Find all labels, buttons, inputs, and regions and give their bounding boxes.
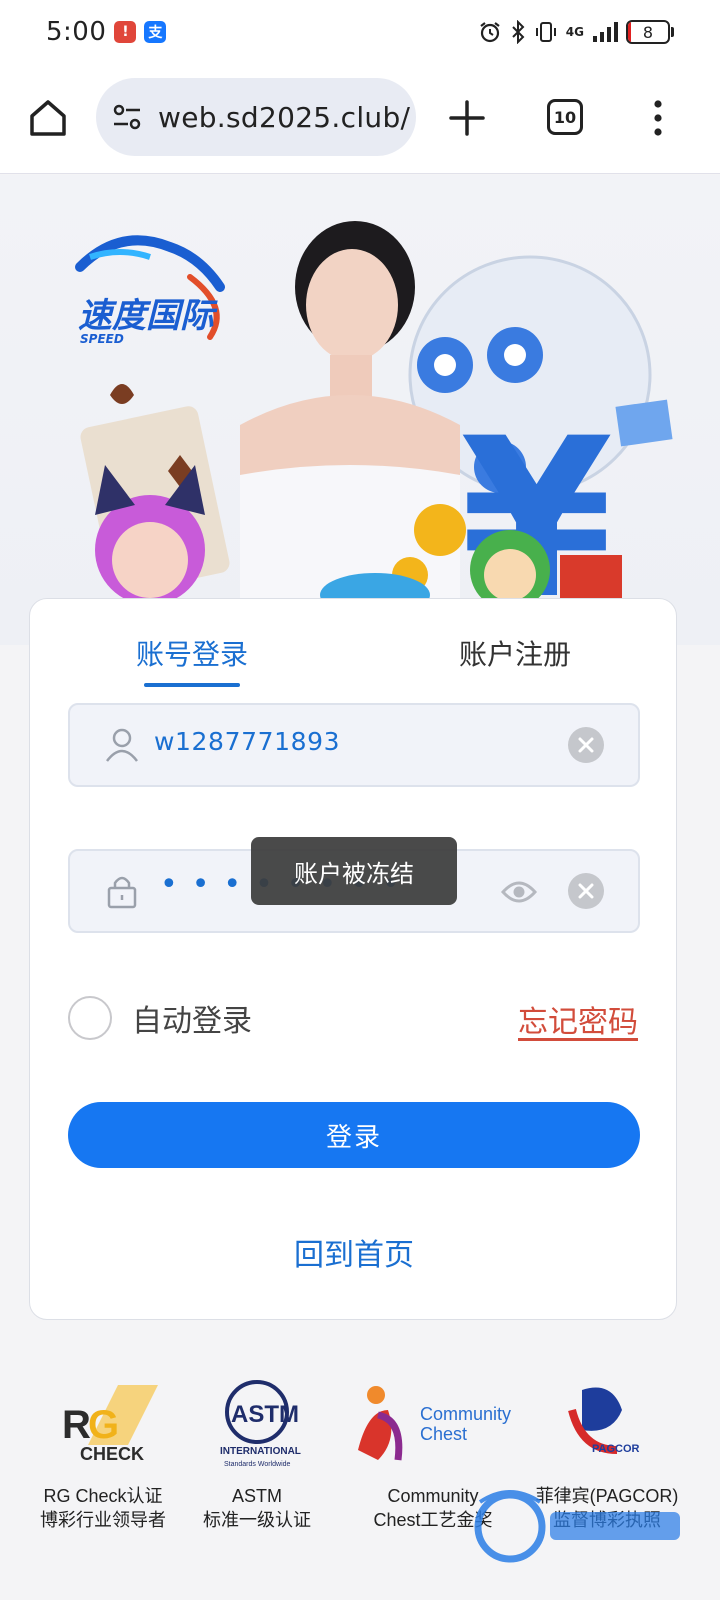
clear-username-button[interactable] (568, 727, 604, 763)
auto-login-option[interactable]: 自动登录 (68, 996, 252, 1040)
badge-caption-2: 标准一级认证 (203, 1510, 311, 1530)
certification-badges: R G CHECK RG Check认证 博彩行业领导者 ASTM INTERN… (0, 1370, 720, 1600)
status-bar: 5:00 ! 支 4G 8 (0, 0, 720, 64)
tab-count: 10 (553, 107, 577, 127)
battery-icon: 8 (626, 20, 674, 44)
tab-switcher-icon[interactable]: 10 (547, 99, 583, 135)
badge-caption-1: 菲律宾(PAGCOR) (535, 1486, 679, 1506)
auto-login-label[interactable]: 自动登录 (132, 996, 252, 1040)
svg-text:G: G (88, 1403, 119, 1447)
logo-text: 速度国际 (78, 296, 218, 336)
svg-text:PAGCOR: PAGCOR (592, 1443, 640, 1455)
new-tab-plus-icon[interactable] (446, 97, 488, 139)
community-chest-logo: Community Chest (358, 1386, 511, 1461)
logo-subtext: SPEED (80, 332, 124, 346)
overflow-menu-icon[interactable] (648, 98, 668, 138)
rg-check-logo: R G CHECK (62, 1385, 158, 1464)
badge-caption-2: Chest工艺金奖 (373, 1510, 493, 1530)
forgot-password-link[interactable]: 忘记密码 (518, 997, 638, 1041)
badge-caption-1: RG Check认证 (43, 1486, 163, 1506)
pagcor-logo: PAGCOR (568, 1387, 640, 1455)
svg-text:R: R (62, 1403, 91, 1447)
battery-level: 8 (642, 22, 654, 42)
login-card: 账号登录 账户注册 w1287771893 •••••••• 账户被冻结 自动登… (29, 598, 677, 1320)
lock-icon (107, 876, 137, 909)
badge-community-chest: Community Chest Community Chest工艺金奖 (348, 1370, 518, 1532)
site-settings-icon[interactable] (110, 100, 144, 134)
close-icon (578, 883, 594, 899)
tab-account-login[interactable]: 账号登录 (136, 633, 248, 673)
svg-text:INTERNATIONAL: INTERNATIONAL (220, 1446, 301, 1457)
username-value[interactable]: w1287771893 (154, 727, 340, 756)
close-icon (578, 737, 594, 753)
tab-account-register[interactable]: 账户注册 (459, 633, 571, 673)
badge-caption-1: ASTM (231, 1486, 282, 1506)
badge-caption-2: 博彩行业领导者 (40, 1510, 166, 1530)
svg-text:ASTM: ASTM (231, 1401, 299, 1428)
svg-text:CHECK: CHECK (80, 1444, 144, 1464)
badge-astm: ASTM INTERNATIONAL Standards Worldwide A… (172, 1370, 342, 1532)
svg-text:Community: Community (420, 1404, 511, 1424)
back-to-home-link[interactable]: 回到首页 (30, 1230, 678, 1274)
clear-password-button[interactable] (568, 873, 604, 909)
user-icon (106, 728, 138, 762)
status-time: 5:00 (46, 17, 107, 47)
astm-logo: ASTM INTERNATIONAL Standards Worldwide (220, 1380, 301, 1468)
notification-red-icon: ! (114, 21, 137, 43)
browser-toolbar: web.sd2025.club/ 10 (0, 64, 720, 174)
home-icon[interactable] (26, 96, 70, 140)
address-bar[interactable]: web.sd2025.club/ (96, 78, 416, 156)
alarm-icon (480, 22, 500, 43)
vibrate-icon (535, 22, 556, 42)
username-field[interactable]: w1287771893 (68, 703, 640, 787)
alipay-icon: 支 (144, 21, 167, 43)
login-button[interactable]: 登录 (68, 1102, 640, 1168)
svg-text:Chest: Chest (420, 1424, 467, 1444)
hero-banner: ¥ 速度国际 SPEED (0, 175, 720, 645)
badge-caption-2: 监督博彩执照 (553, 1510, 661, 1530)
bluetooth-icon (512, 20, 525, 44)
badge-caption-1: Community (387, 1486, 479, 1506)
badge-pagcor: PAGCOR 菲律宾(PAGCOR) 监督博彩执照 (522, 1370, 692, 1532)
url-text[interactable]: web.sd2025.club/ (158, 101, 410, 134)
signal-icon (593, 22, 618, 42)
auto-login-radio[interactable] (68, 996, 112, 1040)
badge-rg-check: R G CHECK RG Check认证 博彩行业领导者 (18, 1370, 188, 1532)
toast-message: 账户被冻结 (251, 837, 457, 905)
network-type: 4G (565, 25, 584, 39)
eye-icon[interactable] (500, 873, 538, 911)
active-tab-indicator (144, 683, 240, 687)
svg-text:Standards Worldwide: Standards Worldwide (224, 1461, 291, 1468)
speed-logo: 速度国际 SPEED (75, 235, 225, 346)
